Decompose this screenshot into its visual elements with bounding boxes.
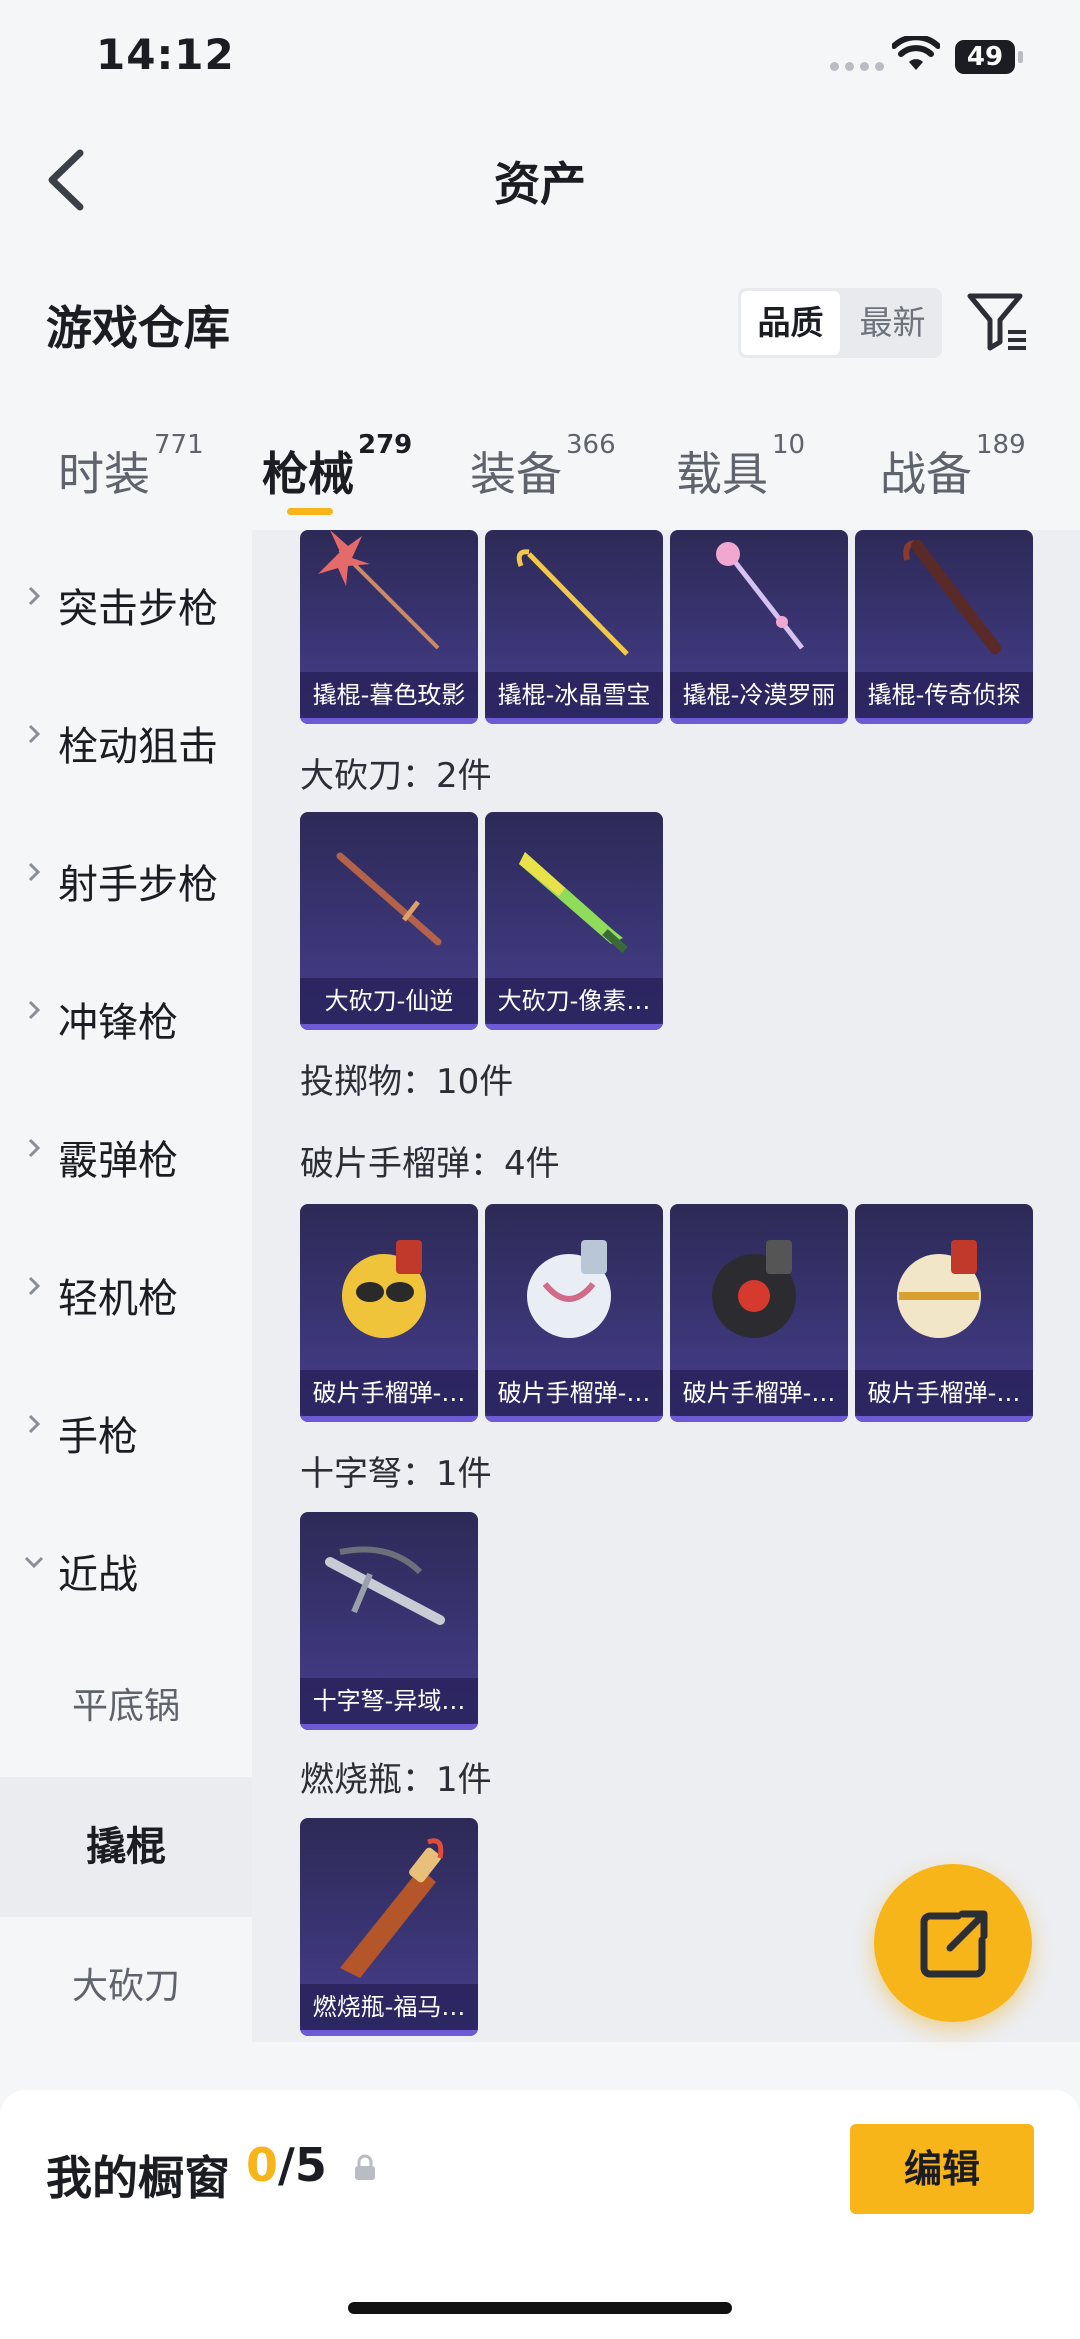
item-card[interactable]: 撬棍-暮色玫影 bbox=[300, 530, 478, 724]
status-time: 14:12 bbox=[96, 30, 235, 79]
grenade-icon bbox=[712, 1240, 796, 1338]
group-label-frag-grenade: 破片手榴弹：4件 bbox=[300, 1144, 560, 1184]
sidebar-item-bolt-sniper[interactable]: 栓动狙击 bbox=[0, 678, 252, 798]
item-card-label: 破片手榴弹-… bbox=[485, 1370, 663, 1416]
sidebar-item-label: 手枪 bbox=[58, 1414, 138, 1460]
chevron-right-icon bbox=[28, 1276, 41, 1296]
tab-fashion[interactable]: 时装771 bbox=[58, 430, 204, 504]
home-indicator[interactable] bbox=[348, 2302, 732, 2314]
item-card[interactable]: 大砍刀-像素… bbox=[485, 812, 663, 1030]
item-card-label: 撬棍-冰晶雪宝 bbox=[485, 672, 663, 718]
category-tabs: 时装771 枪械279 装备366 载具10 战备189 bbox=[0, 420, 1080, 530]
item-card[interactable]: 破片手榴弹-… bbox=[670, 1204, 848, 1422]
item-card[interactable]: 撬棍-传奇侦探 bbox=[855, 530, 1033, 724]
item-card-label: 破片手榴弹-… bbox=[670, 1370, 848, 1416]
sidebar-item-lmg[interactable]: 轻机枪 bbox=[0, 1230, 252, 1350]
weapon-category-sidebar: 突击步枪 栓动狙击 射手步枪 冲锋枪 霰弹枪 轻机枪 手枪 近战 平底锅 撬棍 … bbox=[0, 530, 252, 2040]
page-title: 资产 bbox=[494, 157, 586, 211]
grenade-icon bbox=[342, 1240, 426, 1338]
molotov-icon bbox=[340, 1838, 444, 1978]
chevron-right-icon bbox=[28, 1000, 41, 1020]
sidebar-item-label: 栓动狙击 bbox=[58, 724, 218, 770]
pixel-machete-icon bbox=[519, 852, 628, 953]
item-card[interactable]: 破片手榴弹-… bbox=[300, 1204, 478, 1422]
sort-toggle[interactable]: 品质 最新 bbox=[738, 288, 942, 358]
tab-firearms[interactable]: 枪械279 bbox=[262, 430, 412, 504]
umbrella-crowbar-icon bbox=[903, 540, 1001, 654]
sidebar-item-label: 近战 bbox=[58, 1552, 138, 1598]
item-card-label: 十字弩-异域… bbox=[300, 1678, 478, 1724]
chevron-right-icon bbox=[28, 1138, 41, 1158]
group-label-crossbow: 十字弩：1件 bbox=[300, 1454, 492, 1494]
item-card-label: 撬棍-冷漠罗丽 bbox=[670, 672, 848, 718]
sidebar-item-label: 霰弹枪 bbox=[58, 1138, 178, 1184]
item-card[interactable]: 燃烧瓶-福马… bbox=[300, 1818, 478, 2036]
sidebar-item-shotgun[interactable]: 霰弹枪 bbox=[0, 1092, 252, 1212]
sidebar-sub-crowbar[interactable]: 撬棍 bbox=[0, 1777, 252, 1917]
showcase-count: 0/5 bbox=[246, 2138, 327, 2192]
warehouse-title: 游戏仓库 bbox=[46, 301, 230, 355]
sort-latest-option[interactable]: 最新 bbox=[843, 288, 942, 358]
group-label-machete: 大砍刀：2件 bbox=[300, 756, 492, 796]
grenade-icon bbox=[897, 1240, 981, 1338]
chevron-right-icon bbox=[28, 586, 41, 606]
item-card-label: 燃烧瓶-福马… bbox=[300, 1984, 478, 2030]
lock-icon bbox=[355, 2154, 375, 2180]
sidebar-item-melee[interactable]: 近战 bbox=[0, 1506, 252, 1626]
item-card[interactable]: 大砍刀-仙逆 bbox=[300, 812, 478, 1030]
item-card-label: 破片手榴弹-… bbox=[855, 1370, 1033, 1416]
sidebar-sub-frying-pan[interactable]: 平底锅 bbox=[0, 1637, 252, 1777]
sidebar-sub-machete[interactable]: 大砍刀 bbox=[0, 1917, 252, 2057]
ice-crowbar-icon bbox=[516, 549, 629, 656]
pinwheel-crowbar-icon bbox=[318, 530, 440, 650]
item-card-label: 撬棍-传奇侦探 bbox=[855, 672, 1033, 718]
item-card-label: 大砍刀-仙逆 bbox=[300, 978, 478, 1024]
item-card[interactable]: 破片手榴弹-… bbox=[485, 1204, 663, 1422]
active-tab-indicator bbox=[287, 508, 333, 515]
battery-icon: 49 bbox=[955, 40, 1025, 74]
sidebar-item-pistol[interactable]: 手枪 bbox=[0, 1368, 252, 1488]
sidebar-item-marksman-rifle[interactable]: 射手步枪 bbox=[0, 816, 252, 936]
sidebar-item-assault-rifle[interactable]: 突击步枪 bbox=[0, 540, 252, 660]
showcase-title: 我的橱窗 bbox=[46, 2151, 230, 2205]
item-card[interactable]: 撬棍-冷漠罗丽 bbox=[670, 530, 848, 724]
weapon-grid: 撬棍-暮色玫影 撬棍-冰晶雪宝 撬棍-冷漠罗丽 撬棍-传奇侦探 大砍刀：2件 大… bbox=[252, 530, 1080, 2042]
item-card[interactable]: 破片手榴弹-… bbox=[855, 1204, 1033, 1422]
chevron-right-icon bbox=[28, 862, 41, 882]
chevron-right-icon bbox=[28, 1414, 41, 1434]
heart-crowbar-icon bbox=[716, 542, 804, 650]
filter-icon[interactable] bbox=[966, 290, 1030, 354]
sidebar-item-label: 射手步枪 bbox=[58, 862, 218, 908]
item-card-label: 撬棍-暮色玫影 bbox=[300, 672, 478, 718]
sort-quality-option[interactable]: 品质 bbox=[741, 291, 840, 355]
item-card-label: 破片手榴弹-… bbox=[300, 1370, 478, 1416]
tab-combat-supplies[interactable]: 战备189 bbox=[880, 430, 1026, 504]
battery-level: 49 bbox=[955, 40, 1015, 74]
sidebar-item-label: 冲锋枪 bbox=[58, 1000, 178, 1046]
item-card[interactable]: 十字弩-异域… bbox=[300, 1512, 478, 1730]
wifi-icon bbox=[892, 36, 940, 70]
edit-button[interactable]: 编辑 bbox=[850, 2124, 1034, 2214]
sword-icon bbox=[336, 852, 442, 946]
sidebar-item-label: 轻机枪 bbox=[58, 1276, 178, 1322]
group-label-throwables: 投掷物：10件 bbox=[300, 1062, 514, 1102]
item-card-label: 大砍刀-像素… bbox=[485, 978, 663, 1024]
grenade-icon bbox=[527, 1240, 611, 1338]
signal-dots-icon bbox=[830, 62, 884, 71]
tab-vehicles[interactable]: 载具10 bbox=[676, 430, 805, 504]
sidebar-item-label: 突击步枪 bbox=[58, 586, 218, 632]
chevron-down-icon bbox=[24, 1556, 44, 1569]
item-card[interactable]: 撬棍-冰晶雪宝 bbox=[485, 530, 663, 724]
chevron-right-icon bbox=[28, 724, 41, 744]
share-button[interactable] bbox=[874, 1864, 1032, 2022]
group-label-molotov: 燃烧瓶：1件 bbox=[300, 1760, 492, 1800]
share-icon bbox=[920, 1910, 988, 1978]
crossbow-icon bbox=[325, 1546, 445, 1625]
status-bar: 14:12 49 bbox=[0, 0, 1080, 120]
tab-equipment[interactable]: 装备366 bbox=[470, 430, 616, 504]
sidebar-item-smg[interactable]: 冲锋枪 bbox=[0, 954, 252, 1074]
